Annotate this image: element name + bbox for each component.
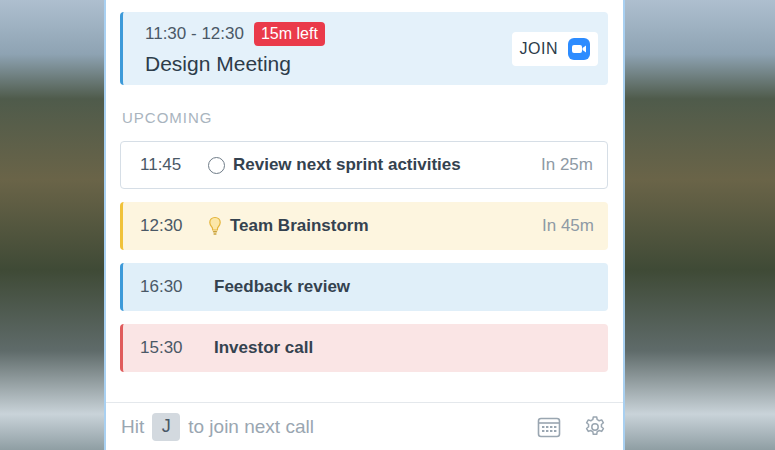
meeting-title: Design Meeting <box>145 52 325 76</box>
calendar-panel: 11:30 - 12:30 15m left Design Meeting JOIN U… <box>104 0 625 450</box>
event-title: Investor call <box>214 338 594 358</box>
event-row[interactable]: 12:30 Team Brainstorm In 45m <box>120 202 608 250</box>
event-row[interactable]: 16:30 Feedback review <box>120 263 608 311</box>
video-camera-icon <box>568 38 590 60</box>
event-time: 15:30 <box>140 338 208 358</box>
event-time: 16:30 <box>140 277 208 297</box>
event-time: 12:30 <box>140 216 208 236</box>
desktop: 11:30 - 12:30 15m left Design Meeting JOIN U… <box>0 0 775 450</box>
event-title: Feedback review <box>214 277 594 297</box>
event-title: Team Brainstorm <box>230 216 534 236</box>
footer-bar: HitJto join next call <box>106 402 623 450</box>
shortcut-key: J <box>152 413 180 441</box>
event-row[interactable]: 15:30 Investor call <box>120 324 608 372</box>
event-row[interactable]: 11:45 Review next sprint activities In 25m <box>120 141 608 189</box>
event-time: 11:45 <box>140 155 208 175</box>
calendar-icon[interactable] <box>537 416 561 438</box>
event-title: Review next sprint activities <box>233 155 533 175</box>
gear-icon[interactable] <box>583 415 607 439</box>
task-circle-icon[interactable] <box>208 157 225 174</box>
current-meeting-card[interactable]: 11:30 - 12:30 15m left Design Meeting JOIN <box>120 12 608 85</box>
join-hint: HitJto join next call <box>121 413 314 441</box>
upcoming-list: 11:45 Review next sprint activities In 25m… <box>120 141 608 372</box>
join-button[interactable]: JOIN <box>512 32 598 66</box>
section-label: UPCOMING <box>122 109 623 127</box>
time-left-badge: 15m left <box>254 22 325 46</box>
event-relative-time: In 45m <box>542 216 594 236</box>
lightbulb-icon <box>208 216 222 236</box>
meeting-time: 11:30 - 12:30 <box>145 24 244 44</box>
event-relative-time: In 25m <box>541 155 593 175</box>
